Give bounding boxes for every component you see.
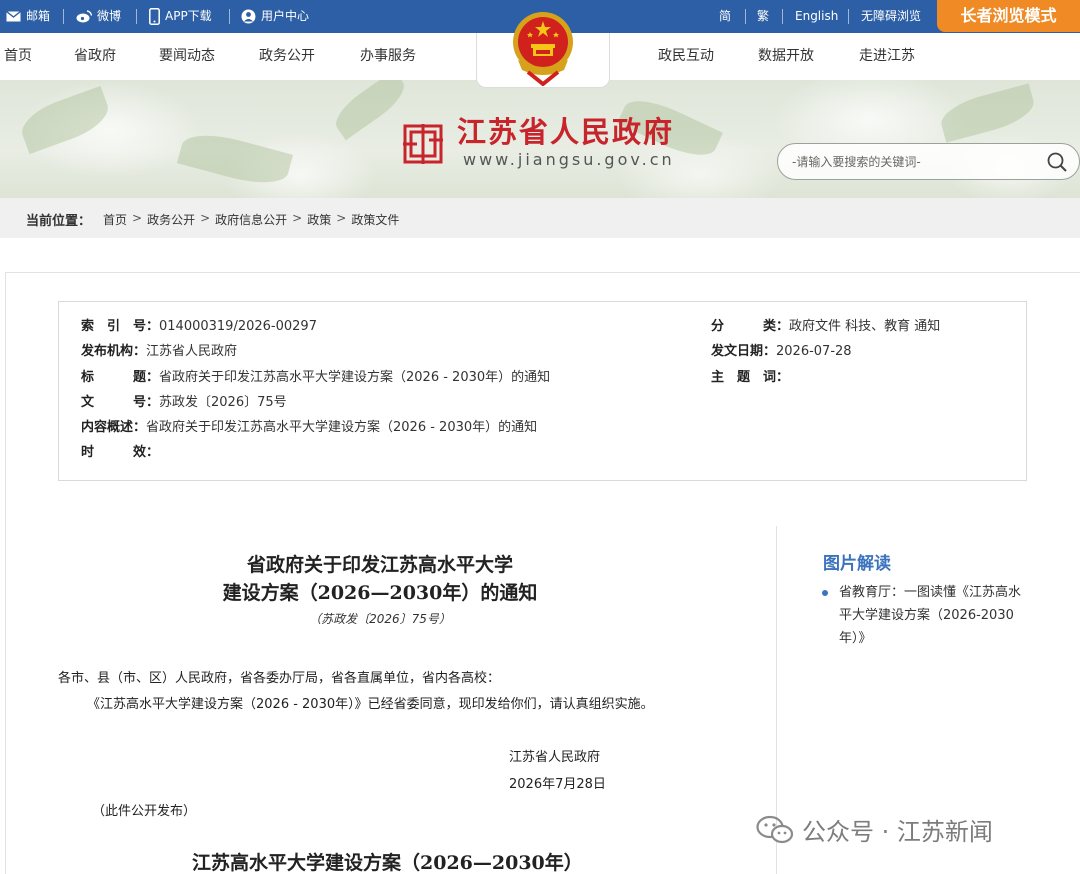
meta-docno-row: 文 号：苏政发〔2026〕75号	[81, 393, 287, 413]
site-url: www.jiangsu.gov.cn	[463, 150, 675, 169]
breadcrumb-separator: >	[200, 211, 211, 225]
weibo-link[interactable]: 微博	[76, 0, 121, 33]
document-number: （苏政发〔2026〕75号）	[309, 612, 451, 626]
nav-news[interactable]: 要闻动态	[159, 33, 215, 80]
breadcrumb: 当前位置： 首页 > 政务公开 > 政府信息公开 > 政策 > 政策文件	[0, 198, 1080, 238]
breadcrumb-info-disclosure[interactable]: 政府信息公开	[215, 211, 287, 228]
national-emblem-icon[interactable]	[508, 8, 578, 86]
sidebar-item-infographic[interactable]: 省教育厅：一图读懂《江苏高水平大学建设方案（2026-2030年）》	[839, 581, 1029, 650]
meta-validity-row: 时 效：	[81, 443, 159, 463]
decorative-leaf	[176, 126, 294, 192]
nav-about-jiangsu[interactable]: 走进江苏	[859, 33, 915, 80]
meta-summary-value: 省政府关于印发江苏高水平大学建设方案（2026 - 2030年）的通知	[146, 420, 538, 435]
user-icon	[241, 9, 256, 24]
nav-government-affairs[interactable]: 政务公开	[259, 33, 315, 80]
separator	[136, 9, 137, 24]
meta-index-key: 索 引 号：	[81, 319, 160, 334]
document-publish-note: （此件公开发布）	[92, 804, 197, 819]
breadcrumb-separator: >	[336, 211, 347, 225]
breadcrumb-government-affairs[interactable]: 政务公开	[147, 211, 195, 228]
meta-date-value: 2026-07-28	[776, 344, 852, 359]
separator	[229, 9, 230, 24]
weibo-label: 微博	[97, 9, 122, 23]
separator	[63, 9, 64, 24]
mail-link[interactable]: 邮箱	[6, 0, 50, 33]
meta-org-row: 发布机构：江苏省人民政府	[81, 342, 237, 362]
accessibility-link[interactable]: 无障碍浏览	[861, 0, 921, 33]
site-name: 江苏省人民政府	[457, 115, 675, 149]
meta-date-key: 发文日期：	[711, 344, 777, 359]
app-download-link[interactable]: APP下载	[149, 0, 212, 33]
document-metadata-table: 索 引 号：014000319/2026-00297 发布机构：江苏省人民政府 …	[58, 301, 1027, 481]
search-input[interactable]	[792, 151, 1042, 173]
document-paragraph: 《江苏高水平大学建设方案（2026 - 2030年）》已经省委同意，现印发给你们…	[87, 697, 654, 712]
meta-index-row: 索 引 号：014000319/2026-00297	[81, 317, 317, 337]
search-icon[interactable]	[1046, 151, 1068, 173]
simplified-chinese-link[interactable]: 简	[719, 0, 731, 33]
wechat-icon	[756, 815, 794, 843]
traditional-chinese-link[interactable]: 繁	[757, 0, 769, 33]
breadcrumb-separator: >	[132, 211, 143, 225]
sidebar-title: 图片解读	[823, 554, 891, 574]
jiangsu-logo-icon	[403, 124, 443, 164]
document-sign-date: 2026年7月28日	[509, 777, 606, 792]
meta-summary-key: 内容概述：	[81, 420, 147, 435]
meta-title-key: 标 题：	[81, 370, 160, 385]
nav-open-data[interactable]: 数据开放	[758, 33, 814, 80]
meta-subject-row: 主 题 词：	[711, 368, 789, 388]
separator	[745, 9, 746, 24]
meta-docno-value: 苏政发〔2026〕75号	[159, 395, 287, 410]
meta-summary-row: 内容概述：省政府关于印发江苏高水平大学建设方案（2026 - 2030年）的通知	[81, 418, 537, 438]
meta-validity-key: 时 效：	[81, 445, 160, 460]
meta-category-value: 政府文件 科技、教育 通知	[789, 319, 941, 334]
mail-icon	[6, 11, 21, 22]
breadcrumb-home[interactable]: 首页	[103, 211, 127, 228]
meta-subject-key: 主 题 词：	[711, 370, 790, 385]
attachment-title: 江苏高水平大学建设方案（2026—2030年）	[192, 852, 583, 874]
separator	[848, 9, 849, 24]
watermark-text: 公众号 · 江苏新闻	[802, 818, 993, 846]
english-link[interactable]: English	[795, 0, 838, 33]
meta-title-row: 标 题：省政府关于印发江苏高水平大学建设方案（2026 - 2030年）的通知	[81, 368, 550, 388]
search-box	[777, 143, 1080, 180]
document-signer: 江苏省人民政府	[509, 750, 601, 765]
document-title-line-1: 省政府关于印发江苏高水平大学	[246, 554, 513, 576]
document-salutation: 各市、县（市、区）人民政府，省各委办厅局，省各直属单位，省内各高校：	[58, 671, 501, 686]
decorative-leaf	[328, 80, 412, 141]
user-center-label: 用户中心	[261, 9, 310, 23]
bullet-icon	[822, 590, 828, 596]
breadcrumb-policy[interactable]: 政策	[307, 211, 331, 228]
user-center-link[interactable]: 用户中心	[241, 0, 309, 33]
mobile-phone-icon	[149, 8, 160, 25]
elder-mode-button[interactable]: 长者浏览模式	[937, 0, 1080, 32]
meta-org-key: 发布机构：	[81, 344, 147, 359]
nav-provincial-government[interactable]: 省政府	[74, 33, 116, 80]
document-title-line-2: 建设方案（2026—2030年）的通知	[222, 582, 538, 604]
meta-docno-key: 文 号：	[81, 395, 160, 410]
separator	[782, 9, 783, 24]
meta-title-value: 省政府关于印发江苏高水平大学建设方案（2026 - 2030年）的通知	[159, 370, 551, 385]
breadcrumb-policy-documents[interactable]: 政策文件	[351, 211, 399, 228]
wechat-watermark: 公众号 · 江苏新闻	[756, 812, 993, 847]
mail-label: 邮箱	[26, 9, 51, 23]
breadcrumb-separator: >	[292, 211, 303, 225]
nav-home[interactable]: 首页	[4, 33, 32, 80]
breadcrumb-label: 当前位置：	[26, 214, 92, 229]
decorative-leaf	[936, 83, 1039, 143]
meta-category-key: 分 类：	[711, 319, 790, 334]
app-download-label: APP下载	[165, 9, 212, 23]
meta-category-row: 分 类：政府文件 科技、教育 通知	[711, 317, 940, 337]
meta-index-value: 014000319/2026-00297	[159, 319, 317, 334]
meta-org-value: 江苏省人民政府	[146, 344, 238, 359]
decorative-leaf	[15, 85, 115, 155]
document-title: 省政府关于印发江苏高水平大学 建设方案（2026—2030年）的通知	[180, 551, 580, 607]
nav-interaction[interactable]: 政民互动	[658, 33, 714, 80]
weibo-icon	[76, 10, 92, 23]
nav-services[interactable]: 办事服务	[360, 33, 416, 80]
meta-date-row: 发文日期：2026-07-28	[711, 342, 852, 362]
